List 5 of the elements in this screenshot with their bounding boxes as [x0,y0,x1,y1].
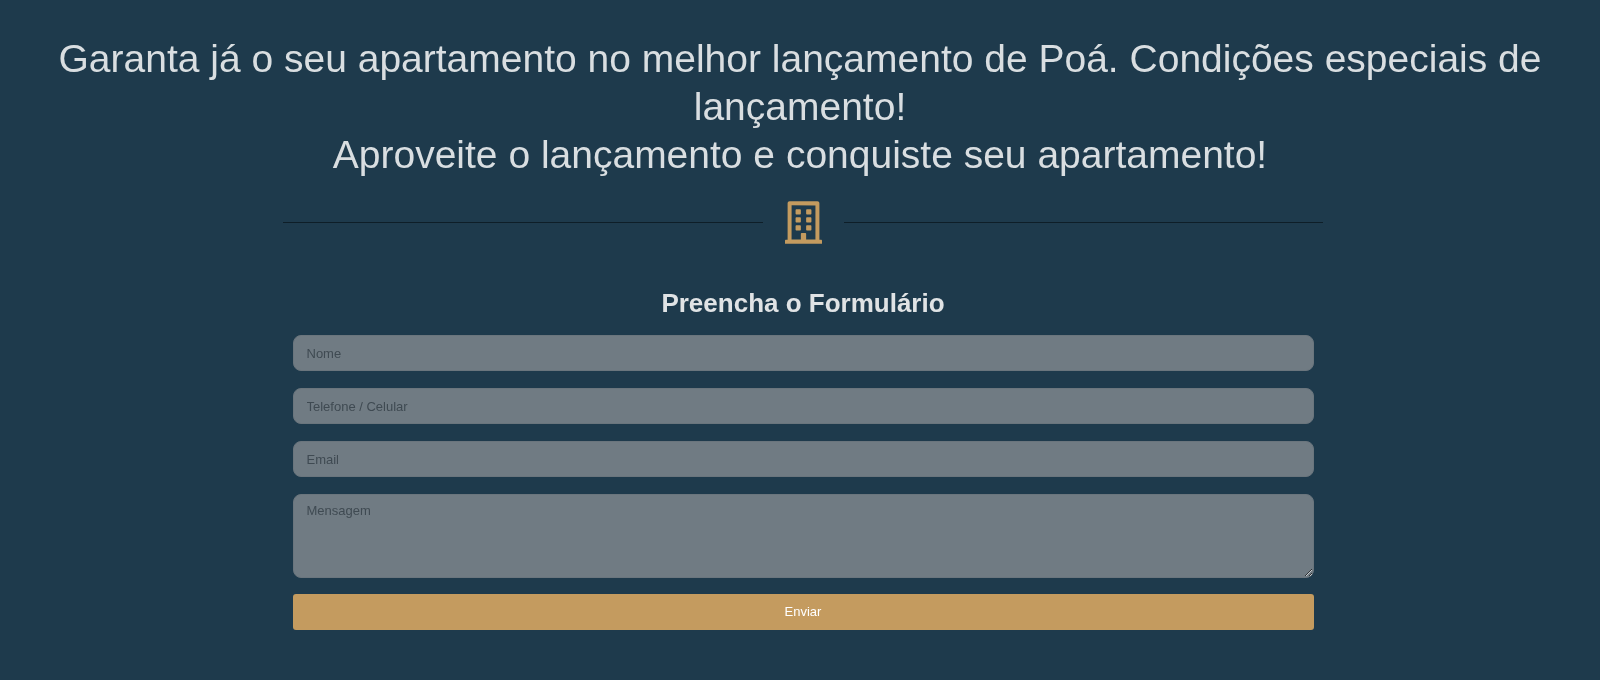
form-title: Preencha o Formulário [661,288,945,318]
building-icon [784,201,822,244]
headline-text: Garanta já o seu apartamento no melhor lançamento de Poá. Condições especiais de lançamento! [57,36,1543,130]
submit-button[interactable]: Enviar [292,594,1314,630]
headline-text: Aproveite o lançamento e conquiste seu apartamento! [332,132,1268,178]
